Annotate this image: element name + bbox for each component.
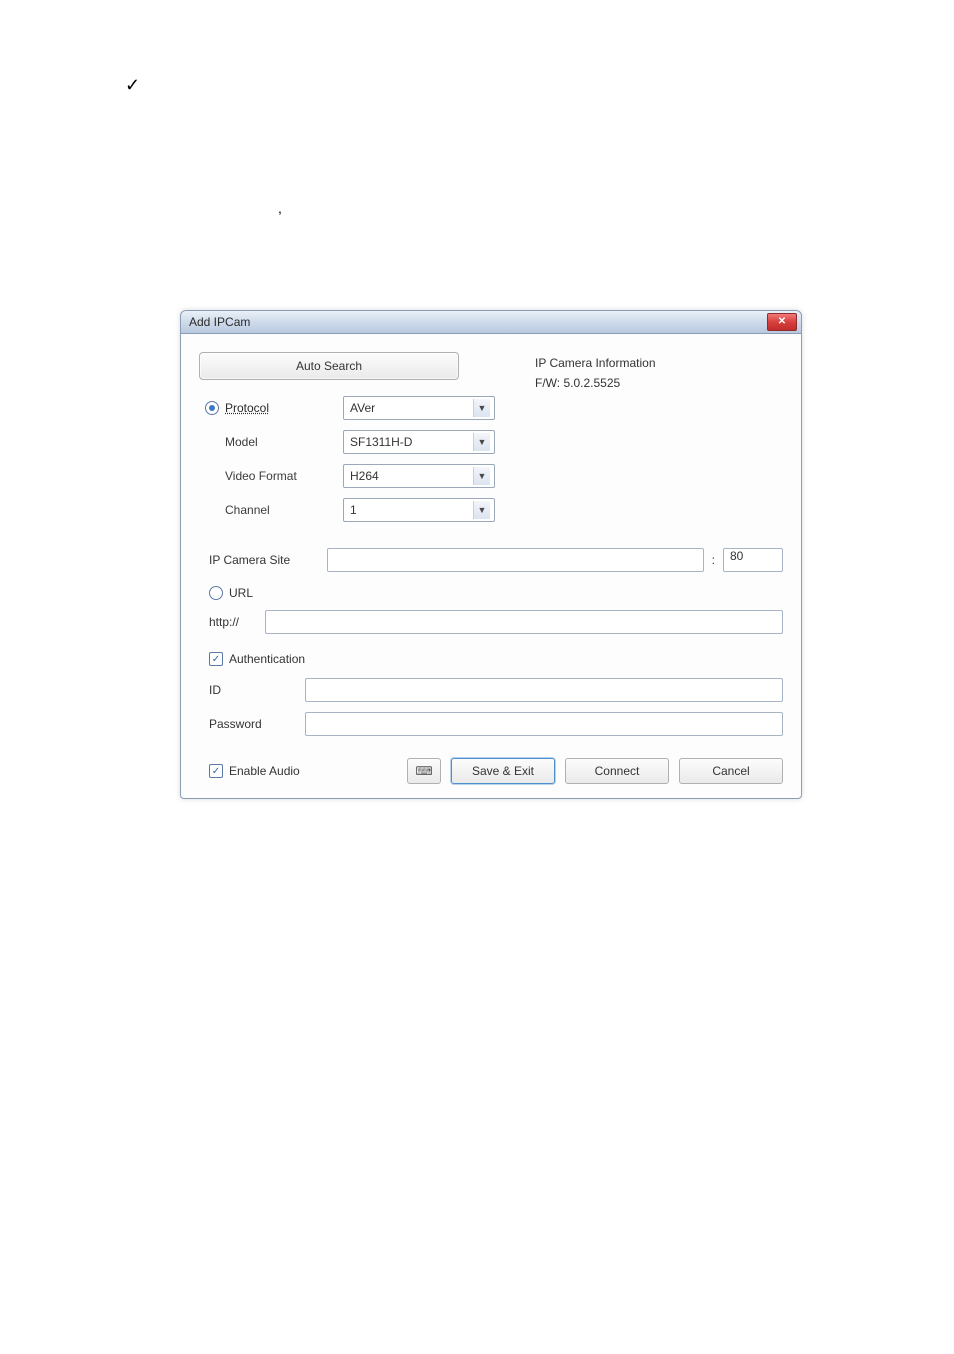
password-label: Password: [209, 717, 305, 731]
chevron-down-icon: ▼: [473, 501, 490, 519]
port-colon: :: [712, 553, 715, 567]
model-label: Model: [199, 435, 343, 449]
close-icon: ✕: [778, 317, 786, 327]
port-input[interactable]: 80: [723, 548, 783, 572]
save-exit-button[interactable]: Save & Exit: [451, 758, 555, 784]
auto-search-button[interactable]: Auto Search: [199, 352, 459, 380]
url-radio[interactable]: [209, 586, 223, 600]
url-input[interactable]: [265, 610, 783, 634]
model-value: SF1311H-D: [350, 435, 412, 449]
connect-button[interactable]: Connect: [565, 758, 669, 784]
cancel-label: Cancel: [712, 764, 749, 778]
ip-camera-site-label: IP Camera Site: [199, 553, 327, 567]
connect-label: Connect: [595, 764, 640, 778]
protocol-label: Protocol: [225, 401, 269, 415]
cancel-button[interactable]: Cancel: [679, 758, 783, 784]
ip-camera-site-input[interactable]: [327, 548, 704, 572]
chevron-down-icon: ▼: [473, 399, 490, 417]
authentication-label: Authentication: [229, 652, 305, 666]
ip-camera-info-title: IP Camera Information: [535, 356, 783, 370]
protocol-value: AVer: [350, 401, 375, 415]
authentication-checkbox[interactable]: ✓: [209, 652, 223, 666]
add-ipcam-dialog: Add IPCam ✕ Auto Search Protocol AVer ▼: [180, 310, 802, 799]
comma-decor: ,: [278, 200, 282, 216]
channel-value: 1: [350, 503, 357, 517]
password-input[interactable]: [305, 712, 783, 736]
video-format-select[interactable]: H264 ▼: [343, 464, 495, 488]
id-input[interactable]: [305, 678, 783, 702]
url-label: URL: [229, 586, 253, 600]
protocol-select[interactable]: AVer ▼: [343, 396, 495, 420]
close-button[interactable]: ✕: [767, 313, 797, 331]
protocol-radio[interactable]: [205, 401, 219, 415]
channel-label: Channel: [199, 503, 343, 517]
keyboard-button[interactable]: ⌨: [407, 758, 441, 784]
save-exit-label: Save & Exit: [472, 764, 534, 778]
enable-audio-label: Enable Audio: [229, 764, 300, 778]
firmware-version: F/W: 5.0.2.5525: [535, 376, 783, 390]
video-format-value: H264: [350, 469, 379, 483]
video-format-label: Video Format: [199, 469, 343, 483]
chevron-down-icon: ▼: [473, 467, 490, 485]
model-select[interactable]: SF1311H-D ▼: [343, 430, 495, 454]
keyboard-icon: ⌨: [415, 764, 432, 778]
titlebar: Add IPCam ✕: [181, 311, 801, 334]
chevron-down-icon: ▼: [473, 433, 490, 451]
auto-search-label: Auto Search: [296, 359, 362, 373]
check-icon: ✓: [125, 75, 140, 96]
http-prefix: http://: [209, 615, 259, 629]
id-label: ID: [209, 683, 305, 697]
channel-select[interactable]: 1 ▼: [343, 498, 495, 522]
dialog-title: Add IPCam: [189, 315, 767, 329]
enable-audio-checkbox[interactable]: ✓: [209, 764, 223, 778]
